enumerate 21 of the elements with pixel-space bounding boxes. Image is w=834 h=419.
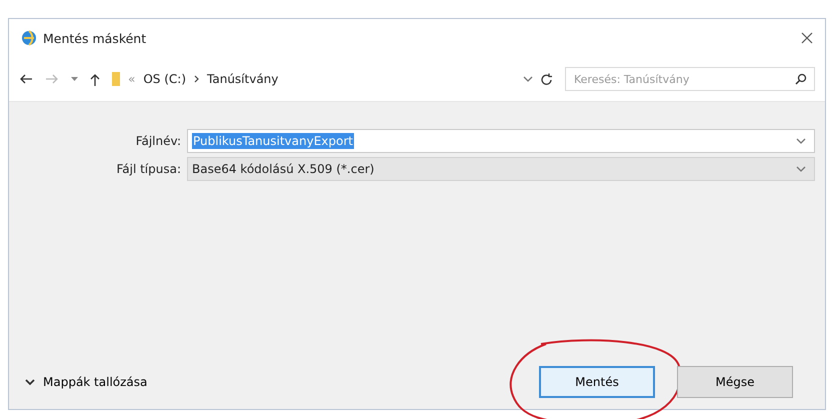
dropdown-chevron-icon [796, 166, 806, 172]
file-type-dropdown[interactable]: Base64 kódolású X.509 (*.cer) [187, 157, 815, 181]
breadcrumb-separator-icon [194, 75, 200, 83]
search-field[interactable]: Keresés: Tanúsítvány [565, 67, 815, 91]
breadcrumb-item[interactable]: Tanúsítvány [207, 72, 278, 86]
refresh-icon[interactable] [541, 72, 553, 86]
recent-dropdown-icon[interactable] [71, 77, 78, 81]
back-arrow-icon[interactable] [19, 74, 33, 84]
cancel-button[interactable]: Mégse [677, 366, 793, 398]
save-button[interactable]: Mentés [539, 366, 655, 398]
close-icon[interactable] [801, 32, 813, 44]
window-title: Mentés másként [43, 30, 148, 46]
browse-folders-toggle[interactable]: Mappák tallózása [25, 375, 148, 389]
field-label: Fájlnév: [134, 134, 182, 148]
up-arrow-icon[interactable] [90, 72, 100, 86]
chevron-down-icon [25, 378, 35, 386]
breadcrumb-item[interactable]: OS (C:) [143, 72, 186, 86]
address-dropdown-icon [523, 76, 533, 82]
field-label: Fájl típusa: [115, 162, 182, 176]
dropdown-chevron-icon [796, 138, 806, 144]
search-icon [795, 73, 807, 85]
